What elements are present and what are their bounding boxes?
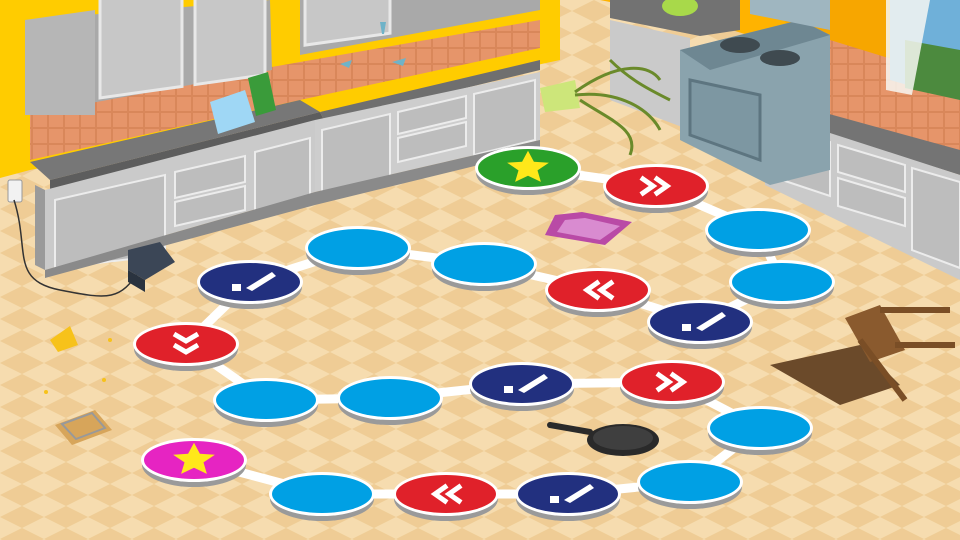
- space-top: [708, 211, 808, 249]
- board-space[interactable]: [515, 472, 621, 521]
- space-top: [732, 263, 832, 301]
- start-space[interactable]: [475, 146, 581, 195]
- board-space[interactable]: [213, 378, 319, 427]
- space-top: [136, 325, 236, 363]
- space-top: [308, 229, 408, 267]
- board-space[interactable]: [705, 208, 811, 257]
- board-space[interactable]: [305, 226, 411, 275]
- kitchen-scene: [0, 0, 960, 540]
- board-space[interactable]: [393, 472, 499, 521]
- finish-space[interactable]: [141, 438, 247, 487]
- game-board-scene: [0, 0, 960, 540]
- space-top: [650, 303, 750, 341]
- board-space[interactable]: [337, 376, 443, 425]
- board-space[interactable]: [637, 460, 743, 509]
- board-space[interactable]: [431, 242, 537, 291]
- space-top: [340, 379, 440, 417]
- board-space[interactable]: [545, 268, 651, 317]
- space-top: [434, 245, 534, 283]
- board-space[interactable]: [619, 360, 725, 409]
- board-space[interactable]: [647, 300, 753, 349]
- space-top: [200, 263, 300, 301]
- space-top: [472, 365, 572, 403]
- board-space[interactable]: [707, 406, 813, 455]
- space-top: [216, 381, 316, 419]
- space-top: [710, 409, 810, 447]
- window-icon: [886, 0, 960, 100]
- board-space[interactable]: [469, 362, 575, 411]
- board-space[interactable]: [269, 472, 375, 521]
- space-top: [518, 475, 618, 513]
- space-top: [640, 463, 740, 501]
- board-space[interactable]: [197, 260, 303, 309]
- space-top: [272, 475, 372, 513]
- board-space[interactable]: [603, 164, 709, 213]
- board-space[interactable]: [133, 322, 239, 371]
- board-space[interactable]: [729, 260, 835, 309]
